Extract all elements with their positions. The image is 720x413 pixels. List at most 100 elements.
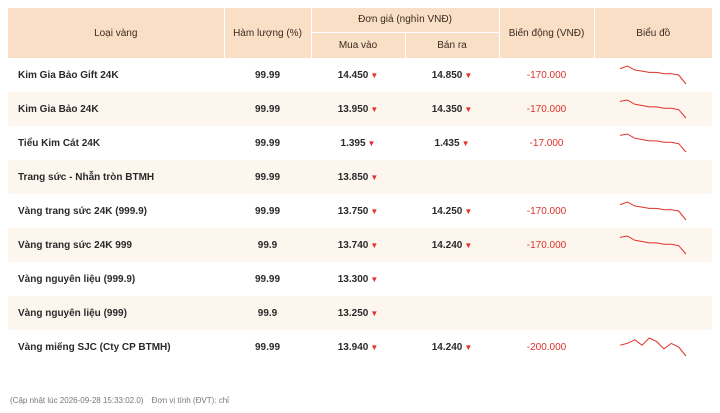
buy-price: 14.450 ▼ [311, 58, 405, 92]
purity-value: 99.99 [224, 160, 311, 194]
sparkline-cell[interactable] [594, 160, 712, 194]
down-arrow-icon: ▼ [464, 342, 473, 352]
table-row[interactable]: Vàng nguyên liệu (999.9) 99.99 13.300 ▼ [8, 262, 712, 296]
sell-price: 14.250 ▼ [405, 194, 499, 228]
price-change: -170.000 [499, 228, 594, 262]
purity-value-text: 99.99 [254, 341, 281, 353]
gold-type-name-text: Trang sức - Nhẫn tròn BTMH [18, 171, 155, 183]
sparkline-cell[interactable] [594, 126, 712, 160]
price-change-text: -170.000 [526, 69, 567, 81]
trend-line [619, 337, 687, 357]
down-arrow-icon: ▼ [464, 70, 473, 80]
trend-sparkline [619, 235, 687, 255]
table-row[interactable]: Tiểu Kim Cát 24K 99.99 1.395 ▼ 1.435 ▼ -17.000 [8, 126, 712, 160]
price-change-text: -200.000 [526, 341, 567, 353]
price-change: -200.000 [499, 330, 594, 364]
sell-price: 14.850 ▼ [405, 58, 499, 92]
table-row[interactable]: Vàng trang sức 24K 999 99.9 13.740 ▼ 14.240 ▼… [8, 228, 713, 262]
sparkline-cell[interactable] [594, 58, 712, 92]
gold-price-table-container: Loại vàng Hàm lượng (%) Đơn giá (nghìn V… [8, 8, 713, 364]
buy-price: 13.850 ▼ [311, 160, 405, 194]
down-arrow-icon: ▼ [370, 104, 379, 114]
trend-line [619, 235, 687, 255]
down-arrow-icon: ▼ [367, 138, 376, 148]
down-arrow-icon: ▼ [464, 240, 473, 250]
sell-price [405, 262, 499, 296]
sell-price-text: 14.250 [431, 205, 463, 217]
trend-sparkline [619, 99, 687, 119]
down-arrow-icon: ▼ [370, 172, 379, 182]
sparkline-cell[interactable] [594, 228, 712, 262]
sell-price: 1.435 ▼ [405, 126, 499, 160]
table-row[interactable]: Kim Gia Bảo 24K 99.99 13.950 ▼ 14.350 ▼ -170.0… [8, 92, 713, 126]
purity-value: 99.99 [224, 92, 311, 126]
table-row[interactable]: Kim Gia Bảo Gift 24K 99.99 14.450 ▼ 14.850 ▼ -… [8, 58, 712, 92]
purity-value-text: 99.9 [257, 307, 278, 319]
gold-type-name: Vàng trang sức 24K (999.9) [8, 194, 224, 228]
table-row[interactable]: Trang sức - Nhẫn tròn BTMH 99.99 13.850 ▼ [8, 160, 713, 194]
purity-value: 99.99 [224, 330, 311, 364]
purity-value-text: 99.99 [254, 273, 281, 285]
buy-price-text: 1.395 [340, 137, 366, 149]
col-header-type: Loại vàng [8, 8, 224, 58]
sparkline-cell[interactable] [594, 194, 712, 228]
buy-price-text: 13.850 [337, 171, 369, 183]
sell-price-text: 14.850 [431, 69, 463, 81]
price-change-text: -17.000 [529, 137, 564, 149]
col-header-chart: Biểu đồ [593, 8, 713, 58]
unit-note: Đơn vị tính (ĐVT): chỉ [151, 396, 229, 405]
table-row[interactable]: Vàng nguyên liệu (999) 99.9 13.250 ▼ [8, 296, 713, 330]
gold-type-name: Vàng nguyên liệu (999.9) [8, 262, 224, 296]
buy-price-text: 13.250 [337, 307, 369, 319]
gold-type-name: Tiểu Kim Cát 24K [8, 126, 224, 160]
purity-value-text: 99.99 [254, 137, 281, 149]
price-change-text: -170.000 [526, 103, 567, 115]
sell-price: 14.240 ▼ [405, 228, 499, 262]
table-row[interactable]: Vàng miếng SJC (Cty CP BTMH) 99.99 13.940 ▼… [8, 330, 712, 364]
purity-value: 99.99 [224, 58, 311, 92]
trend-sparkline [619, 65, 687, 85]
col-header-change: Biến động (VNĐ) [498, 8, 595, 58]
gold-type-name-text: Vàng trang sức 24K (999.9) [18, 205, 147, 217]
buy-price: 13.940 ▼ [311, 330, 405, 364]
purity-value-text: 99.9 [257, 239, 278, 251]
down-arrow-icon: ▼ [461, 138, 470, 148]
down-arrow-icon: ▼ [370, 274, 379, 284]
down-arrow-icon: ▼ [370, 342, 379, 352]
col-header-purity: Hàm lượng (%) [223, 8, 311, 58]
gold-type-name-text: Kim Gia Bảo Gift 24K [18, 69, 119, 81]
sparkline-cell[interactable] [594, 330, 712, 364]
sparkline-cell[interactable] [594, 92, 712, 126]
gold-type-name-text: Vàng trang sức 24K 999 [18, 239, 132, 251]
price-change: -17.000 [499, 126, 594, 160]
trend-sparkline [619, 201, 687, 221]
purity-value: 99.99 [224, 126, 311, 160]
sell-price-text: 14.240 [431, 341, 463, 353]
sparkline-cell[interactable] [594, 262, 712, 296]
down-arrow-icon: ▼ [370, 308, 379, 318]
sell-price [405, 296, 499, 330]
sell-price-text: 1.435 [434, 137, 460, 149]
gold-type-name: Kim Gia Bảo Gift 24K [8, 58, 224, 92]
sell-price-text: 14.240 [431, 239, 463, 251]
gold-type-name: Vàng nguyên liệu (999) [8, 296, 224, 330]
purity-value-text: 99.99 [254, 171, 281, 183]
trend-sparkline [619, 337, 687, 357]
down-arrow-icon: ▼ [464, 206, 473, 216]
sell-price-text: 14.350 [431, 103, 463, 115]
table-row[interactable]: Vàng trang sức 24K (999.9) 99.99 13.750 ▼ 14… [8, 194, 712, 228]
purity-value: 99.99 [224, 194, 311, 228]
buy-price-text: 13.950 [337, 103, 369, 115]
buy-price-text: 13.300 [337, 273, 369, 285]
gold-type-name: Vàng miếng SJC (Cty CP BTMH) [8, 330, 224, 364]
sparkline-cell[interactable] [594, 296, 712, 330]
down-arrow-icon: ▼ [370, 70, 379, 80]
gold-type-name: Vàng trang sức 24K 999 [8, 228, 224, 262]
trend-line [619, 133, 687, 153]
buy-price-text: 14.450 [337, 69, 369, 81]
sell-price [405, 160, 499, 194]
purity-value-text: 99.99 [254, 205, 281, 217]
buy-price: 13.300 ▼ [311, 262, 405, 296]
price-change: -170.000 [499, 194, 594, 228]
price-change [499, 262, 594, 296]
